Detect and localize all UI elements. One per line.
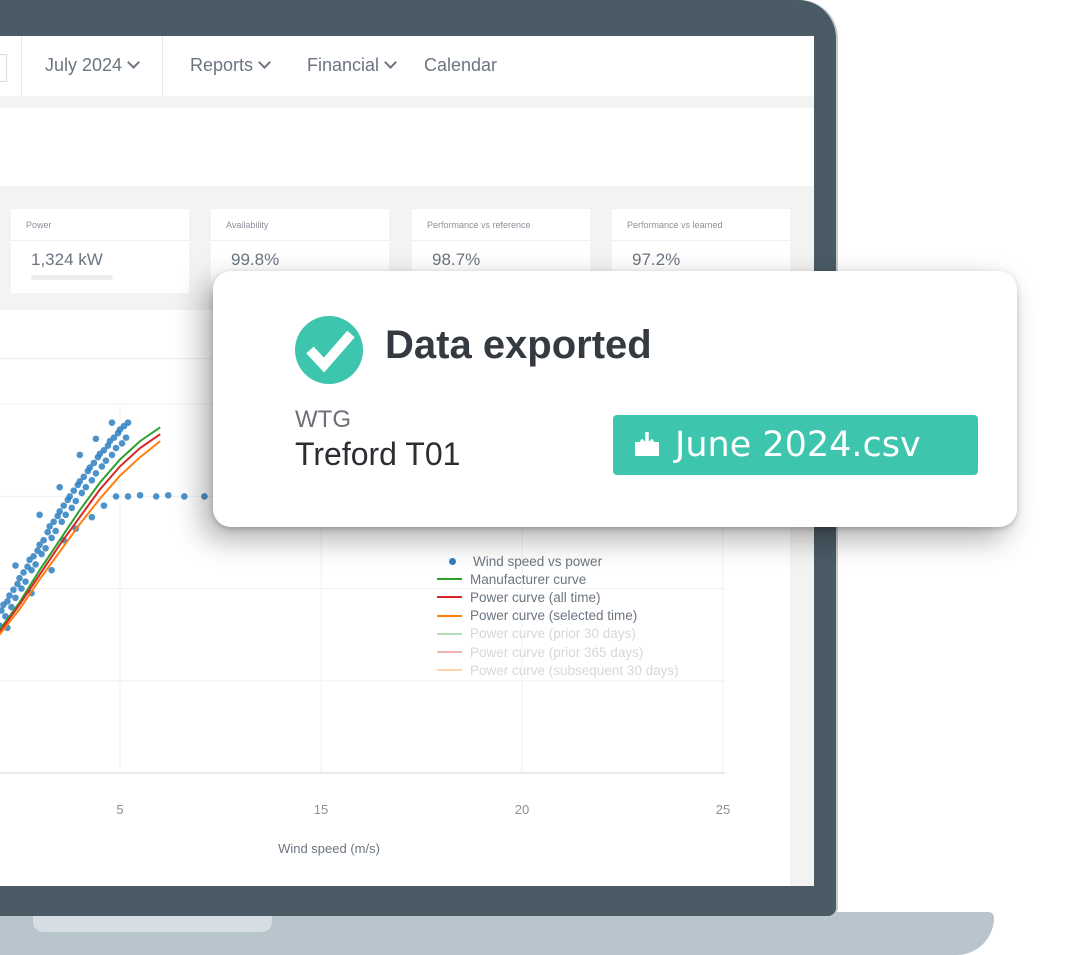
- legend-item[interactable]: Power curve (prior 30 days): [437, 625, 679, 643]
- scatter-point: [32, 561, 39, 568]
- x-axis-ticks: 5 15 20 25: [116, 802, 730, 817]
- scatter-point: [12, 562, 19, 569]
- scatter-point: [40, 536, 47, 544]
- scatter-point: [72, 497, 80, 505]
- scatter-point: [0, 607, 5, 614]
- line-swatch-icon: [437, 632, 462, 635]
- scatter-point: [88, 476, 96, 484]
- legend-label: Manufacturer curve: [470, 571, 587, 587]
- x-tick-label: 5: [116, 802, 123, 817]
- scatter-point: [68, 504, 76, 512]
- legend-item[interactable]: Power curve (subsequent 30 days): [437, 661, 679, 679]
- scatter-point: [48, 566, 55, 574]
- curve-line: [0, 426, 161, 631]
- scatter-point: [92, 470, 100, 477]
- toast-title: Data exported: [385, 323, 652, 367]
- legend-item[interactable]: Wind speed vs power: [437, 552, 679, 570]
- legend-item[interactable]: Power curve (selected time): [437, 607, 679, 625]
- curve-lines: [0, 426, 161, 636]
- marker-swatch-icon: [449, 557, 456, 565]
- scatter-point: [10, 586, 17, 594]
- scatter-point: [42, 544, 49, 552]
- asset-name: Treford T01: [295, 436, 461, 472]
- export-toast: Data exported WTG Treford T01 June 2024.…: [213, 271, 1017, 527]
- scatter-point: [90, 459, 98, 467]
- scatter-point: [36, 511, 43, 519]
- line-swatch-icon: [437, 651, 462, 654]
- legend-label: Power curve (prior 365 days): [470, 644, 644, 660]
- legend-label: Power curve (subsequent 30 days): [470, 662, 679, 678]
- scatter-point: [30, 553, 37, 560]
- asset-type-label: WTG: [295, 406, 351, 433]
- scatter-point: [201, 493, 208, 500]
- download-file-label: June 2024.csv: [675, 425, 921, 465]
- scatter-point: [136, 491, 144, 499]
- scatter-point: [122, 434, 130, 441]
- scatter-point: [38, 550, 45, 558]
- scatter-point: [16, 574, 23, 582]
- scatter-point: [80, 473, 88, 481]
- scatter-point: [12, 594, 19, 602]
- legend-item[interactable]: Power curve (prior 365 days): [437, 643, 679, 661]
- scatter-point: [70, 487, 78, 494]
- scatter-point: [22, 578, 29, 585]
- scatter-point: [44, 528, 51, 536]
- scatter-point: [76, 451, 84, 459]
- scatter-point: [50, 518, 57, 526]
- legend-item[interactable]: Manufacturer curve: [437, 570, 679, 588]
- legend-label: Power curve (selected time): [470, 608, 638, 624]
- scatter-point: [181, 493, 188, 500]
- scatter-point: [48, 534, 55, 542]
- legend-label: Wind speed vs power: [473, 553, 603, 569]
- scatter-point: [108, 451, 116, 459]
- laptop-base-notch: [33, 915, 272, 932]
- legend-label: Power curve (prior 30 days): [470, 626, 636, 642]
- scatter-point: [58, 518, 66, 526]
- x-tick-label: 20: [515, 802, 529, 817]
- scatter-point: [66, 493, 74, 500]
- scatter-point: [164, 491, 172, 499]
- scatter-point: [82, 483, 90, 491]
- scatter-point: [20, 569, 27, 576]
- x-tick-label: 25: [716, 802, 730, 817]
- scatter-point: [118, 440, 126, 447]
- scatter-point: [124, 419, 132, 426]
- x-tick-label: 15: [314, 802, 328, 817]
- check-circle-icon: [295, 316, 363, 384]
- download-file-button[interactable]: June 2024.csv: [613, 415, 978, 475]
- download-tray-icon: [635, 432, 659, 456]
- scatter-point: [100, 502, 108, 509]
- scatter-point: [4, 597, 11, 605]
- scatter-point: [28, 566, 35, 574]
- scatter-point: [78, 489, 86, 497]
- scatter-point: [102, 457, 110, 464]
- x-axis-label: Wind speed (m/s): [278, 841, 380, 856]
- scatter-point: [52, 527, 59, 535]
- scatter-point: [98, 463, 106, 470]
- scatter-point: [124, 493, 132, 500]
- legend-item[interactable]: Power curve (all time): [437, 588, 679, 606]
- curve-line: [0, 433, 161, 634]
- line-swatch-icon: [437, 669, 462, 672]
- scatter-point: [112, 493, 120, 500]
- scatter-point: [6, 592, 13, 599]
- line-swatch-icon: [437, 614, 462, 617]
- scatter-point: [88, 513, 96, 521]
- scatter-point: [108, 419, 116, 426]
- scatter-point: [60, 502, 68, 509]
- scatter-point: [56, 508, 63, 515]
- scatter-point: [92, 435, 100, 443]
- line-swatch-icon: [437, 596, 462, 599]
- chart-legend: Wind speed vs power Manufacturer curve Pow…: [437, 552, 679, 679]
- scatter-point: [62, 511, 70, 519]
- line-swatch-icon: [437, 578, 462, 581]
- scatter-point: [18, 585, 25, 592]
- scatter-point: [112, 444, 120, 452]
- scatter-point: [56, 483, 63, 491]
- legend-label: Power curve (all time): [470, 589, 601, 605]
- scatter-point: [152, 493, 160, 500]
